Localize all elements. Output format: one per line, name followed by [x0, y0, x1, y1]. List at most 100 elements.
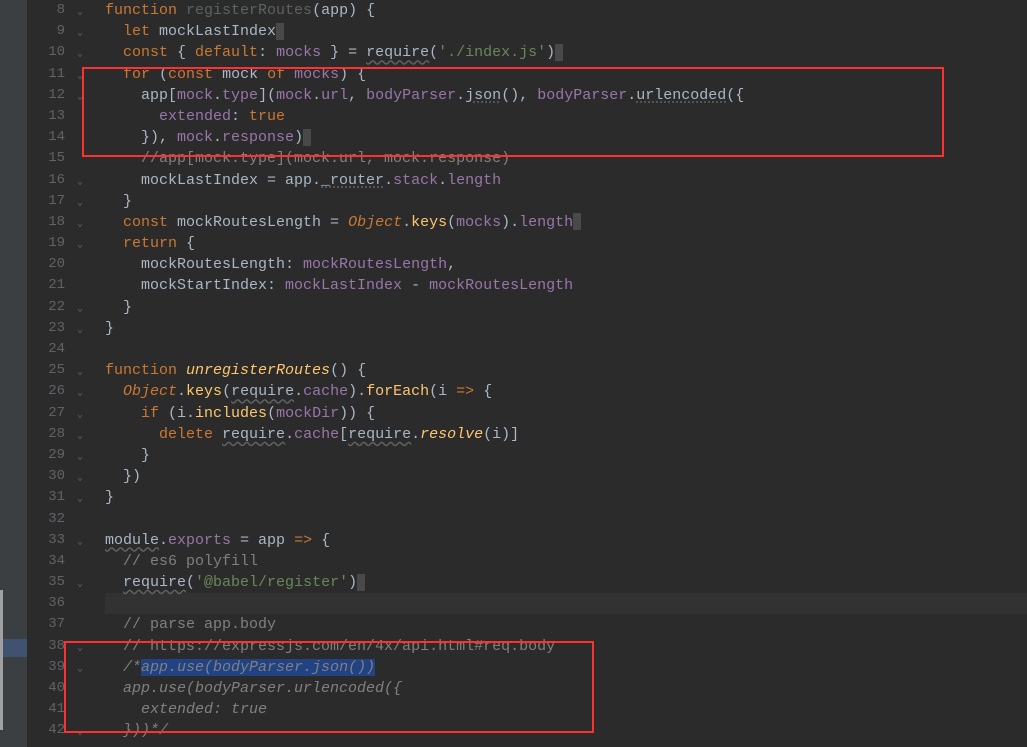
fold-toggle[interactable]: ⌄ — [73, 720, 101, 741]
code-line[interactable]: let mockLastIndex — [105, 21, 1027, 42]
code-line[interactable]: }), mock.response) — [105, 127, 1027, 148]
code-line[interactable]: app[mock.type](mock.url, bodyParser.json… — [105, 85, 1027, 106]
line-number: 41 — [27, 699, 73, 720]
fold-toggle[interactable] — [73, 254, 101, 275]
code-line[interactable]: delete require.cache[require.resolve(i)] — [105, 424, 1027, 445]
fold-toggle[interactable] — [73, 593, 101, 614]
line-number: 31 — [27, 487, 73, 508]
fold-toggle[interactable] — [73, 106, 101, 127]
fold-toggle[interactable]: ⌄ — [73, 21, 101, 42]
code-line[interactable]: mockLastIndex = app._router.stack.length — [105, 170, 1027, 191]
line-number: 20 — [27, 254, 73, 275]
code-line[interactable]: for (const mock of mocks) { — [105, 64, 1027, 85]
code-line[interactable] — [105, 593, 1027, 614]
code-line[interactable]: } — [105, 191, 1027, 212]
code-line[interactable]: Object.keys(require.cache).forEach(i => … — [105, 381, 1027, 402]
code-line[interactable]: require('@babel/register') — [105, 572, 1027, 593]
fold-toggle[interactable]: ⌄ — [73, 381, 101, 402]
fold-toggle[interactable] — [73, 551, 101, 572]
code-line[interactable]: if (i.includes(mockDir)) { — [105, 403, 1027, 424]
fold-column[interactable]: ⌄⌄⌄⌄⌄ ⌄⌄⌄⌄ ⌄⌄ ⌄⌄⌄⌄⌄⌄⌄ ⌄ ⌄ ⌄⌄ ⌄ — [73, 0, 101, 742]
fold-toggle[interactable] — [73, 275, 101, 296]
fold-toggle[interactable]: ⌄ — [73, 445, 101, 466]
fold-toggle[interactable] — [73, 509, 101, 530]
code-line[interactable]: function registerRoutes(app) { — [105, 0, 1027, 21]
fold-toggle[interactable]: ⌄ — [73, 42, 101, 63]
fold-toggle[interactable]: ⌄ — [73, 487, 101, 508]
line-number: 33 — [27, 530, 73, 551]
fold-toggle[interactable]: ⌄ — [73, 424, 101, 445]
line-number: 32 — [27, 509, 73, 530]
code-line[interactable]: }))*/ — [105, 720, 1027, 741]
line-number: 11 — [27, 64, 73, 85]
line-number: 13 — [27, 106, 73, 127]
line-number: 40 — [27, 678, 73, 699]
fold-toggle[interactable]: ⌄ — [73, 318, 101, 339]
code-line[interactable]: } — [105, 318, 1027, 339]
line-number: 28 — [27, 424, 73, 445]
code-line[interactable]: const { default: mocks } = require('./in… — [105, 42, 1027, 63]
fold-toggle[interactable]: ⌄ — [73, 466, 101, 487]
line-number: 37 — [27, 614, 73, 635]
line-number: 21 — [27, 275, 73, 296]
fold-toggle[interactable] — [73, 699, 101, 720]
code-line[interactable]: return { — [105, 233, 1027, 254]
code-line[interactable]: extended: true — [105, 106, 1027, 127]
line-number: 8 — [27, 0, 73, 21]
tool-window-stripe — [0, 0, 27, 747]
code-line[interactable] — [105, 339, 1027, 360]
fold-toggle[interactable] — [73, 127, 101, 148]
code-line[interactable]: } — [105, 487, 1027, 508]
code-line[interactable]: mockRoutesLength: mockRoutesLength, — [105, 254, 1027, 275]
code-line[interactable] — [105, 509, 1027, 530]
fold-toggle[interactable]: ⌄ — [73, 0, 101, 21]
code-line[interactable]: const mockRoutesLength = Object.keys(moc… — [105, 212, 1027, 233]
vertical-tab[interactable] — [0, 639, 27, 657]
fold-toggle[interactable]: ⌄ — [73, 85, 101, 106]
code-line[interactable]: module.exports = app => { — [105, 530, 1027, 551]
line-number: 25 — [27, 360, 73, 381]
fold-toggle[interactable]: ⌄ — [73, 170, 101, 191]
code-line[interactable]: // es6 polyfill — [105, 551, 1027, 572]
code-line[interactable]: mockStartIndex: mockLastIndex - mockRout… — [105, 275, 1027, 296]
line-number: 18 — [27, 212, 73, 233]
line-number: 19 — [27, 233, 73, 254]
line-number: 29 — [27, 445, 73, 466]
line-number: 15 — [27, 148, 73, 169]
fold-toggle[interactable]: ⌄ — [73, 64, 101, 85]
line-number: 38 — [27, 636, 73, 657]
fold-toggle[interactable]: ⌄ — [73, 530, 101, 551]
source-code[interactable]: function registerRoutes(app) { let mockL… — [105, 0, 1027, 742]
fold-toggle[interactable]: ⌄ — [73, 572, 101, 593]
line-number-gutter: 8910111213141516171819202122232425262728… — [27, 0, 73, 742]
line-number: 26 — [27, 381, 73, 402]
code-line[interactable]: }) — [105, 466, 1027, 487]
fold-toggle[interactable] — [73, 614, 101, 635]
code-line[interactable]: app.use(bodyParser.urlencoded({ — [105, 678, 1027, 699]
code-line[interactable]: } — [105, 297, 1027, 318]
fold-toggle[interactable]: ⌄ — [73, 191, 101, 212]
fold-toggle[interactable]: ⌄ — [73, 403, 101, 424]
code-area[interactable]: 8910111213141516171819202122232425262728… — [27, 0, 1027, 747]
line-number: 9 — [27, 21, 73, 42]
fold-toggle[interactable]: ⌄ — [73, 233, 101, 254]
line-number: 10 — [27, 42, 73, 63]
fold-toggle[interactable]: ⌄ — [73, 212, 101, 233]
code-line[interactable]: function unregisterRoutes() { — [105, 360, 1027, 381]
line-number: 35 — [27, 572, 73, 593]
code-line[interactable]: // parse app.body — [105, 614, 1027, 635]
fold-toggle[interactable]: ⌄ — [73, 360, 101, 381]
fold-toggle[interactable]: ⌄ — [73, 636, 101, 657]
line-number: 22 — [27, 297, 73, 318]
fold-toggle[interactable] — [73, 339, 101, 360]
fold-toggle[interactable]: ⌄ — [73, 297, 101, 318]
code-line[interactable]: //app[mock.type](mock.url, mock.response… — [105, 148, 1027, 169]
code-line[interactable]: /*app.use(bodyParser.json()) — [105, 657, 1027, 678]
line-number: 36 — [27, 593, 73, 614]
fold-toggle[interactable]: ⌄ — [73, 657, 101, 678]
code-line[interactable]: extended: true — [105, 699, 1027, 720]
code-line[interactable]: // https://expressjs.com/en/4x/api.html#… — [105, 636, 1027, 657]
fold-toggle[interactable] — [73, 678, 101, 699]
fold-toggle[interactable] — [73, 148, 101, 169]
code-line[interactable]: } — [105, 445, 1027, 466]
